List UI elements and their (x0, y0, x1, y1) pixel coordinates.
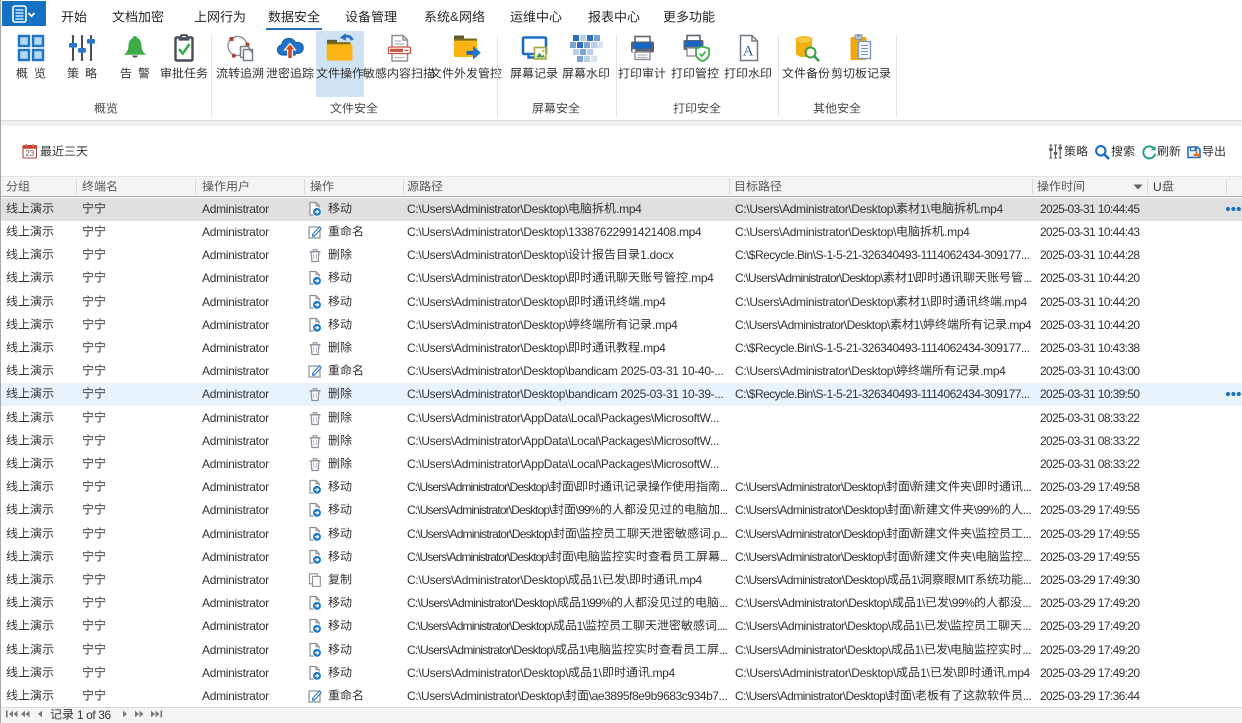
svg-text:A: A (743, 44, 754, 60)
svg-text:23: 23 (25, 149, 34, 158)
